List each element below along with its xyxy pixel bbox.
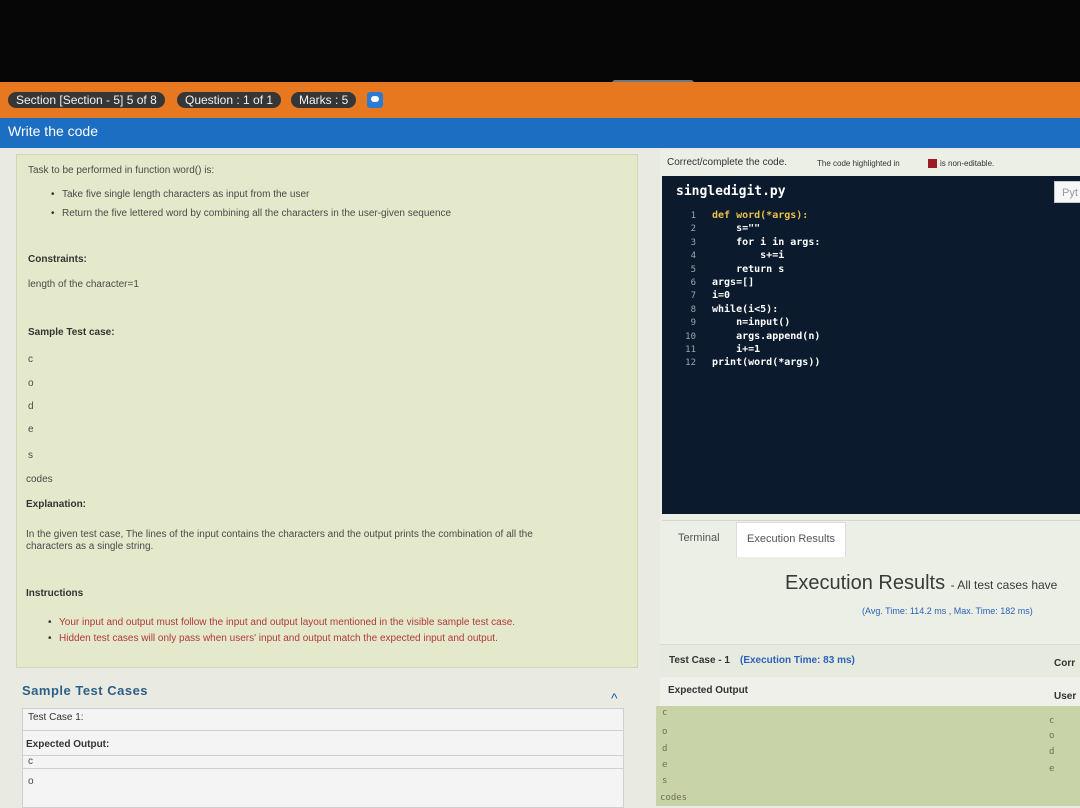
line-number: 12 (685, 358, 696, 368)
user-line: o (1049, 731, 1055, 741)
code-line: print(word(*args)) (712, 357, 821, 368)
test-case-label: Test Case 1: (28, 712, 84, 723)
expected-line: e (662, 760, 668, 770)
line-number: 11 (685, 345, 696, 355)
code-line: args.append(n) (712, 331, 821, 342)
constraints-text: length of the character=1 (28, 279, 139, 290)
line-number: 1 (690, 211, 696, 221)
expected-line: s (662, 776, 668, 786)
code-line: while(i<5): (712, 304, 779, 315)
divider (23, 730, 623, 731)
title-bar: Write the code (0, 118, 1080, 148)
non-editable-swatch (928, 159, 937, 168)
line-number: 6 (690, 278, 696, 288)
sample-test-case-box (22, 708, 624, 808)
sample-line: s (28, 450, 33, 461)
code-line: s+=i (712, 250, 785, 261)
code-line: return s (712, 264, 785, 275)
screen-top-bezel (0, 0, 1080, 86)
output-area (656, 706, 1080, 806)
explanation-text: characters as a single string. (26, 541, 154, 552)
constraints-heading: Constraints: (28, 254, 87, 265)
expected-line: o (662, 727, 668, 737)
user-output-heading: User (1054, 691, 1077, 702)
test-case-label: Test Case - 1 (669, 655, 730, 666)
sample-case-line: c (28, 756, 33, 767)
file-name: singledigit.py (676, 184, 786, 199)
divider (23, 768, 623, 769)
sample-line: c (28, 354, 33, 365)
line-number: 9 (690, 318, 696, 328)
marks-badge: Marks : 5 (291, 92, 357, 108)
tab-execution-results[interactable]: Execution Results (736, 522, 847, 557)
task-text: Task to be performed in function word() … (28, 165, 215, 176)
execution-time: (Execution Time: 83 ms) (740, 655, 855, 666)
correct-badge: Corr (1054, 658, 1076, 669)
line-number: 10 (685, 332, 696, 342)
code-line: i=0 (712, 290, 731, 301)
code-line: def word(*args): (712, 210, 809, 221)
user-line: c (1049, 716, 1055, 726)
user-line: d (1049, 747, 1055, 757)
code-line: n=input() (712, 317, 791, 328)
instruction-item: Hidden test cases will only pass when us… (48, 633, 498, 644)
sample-case-line: o (28, 776, 34, 787)
tab-divider (662, 520, 1080, 521)
explanation-heading: Explanation: (26, 499, 87, 510)
expected-line: codes (660, 793, 688, 803)
execution-results-heading: Execution Results (785, 572, 946, 594)
sample-output: codes (26, 474, 53, 485)
code-line: s="" (712, 223, 761, 234)
line-number: 5 (690, 265, 696, 275)
task-bullet: Return the five lettered word by combini… (51, 208, 451, 219)
sample-heading: Sample Test case: (28, 327, 115, 338)
expected-line: d (662, 744, 668, 754)
sample-test-cases-heading: Sample Test Cases (22, 683, 149, 698)
editor-note: The code highlighted in (817, 159, 900, 168)
expected-output-heading: Expected Output (668, 685, 749, 696)
tab-terminal[interactable]: Terminal (668, 522, 730, 556)
code-line: for i in args: (712, 237, 821, 248)
expected-output-label: Expected Output: (26, 739, 110, 750)
instructions-heading: Instructions (26, 588, 84, 599)
chat-icon[interactable] (367, 92, 383, 108)
execution-results-title: Execution Results - All test cases have (785, 572, 1057, 595)
execution-times: (Avg. Time: 114.2 ms , Max. Time: 182 ms… (862, 606, 1033, 616)
sample-line: e (28, 424, 34, 435)
line-number: 3 (690, 238, 696, 248)
execution-results-summary: - All test cases have (950, 578, 1058, 592)
collapse-chevron-icon[interactable]: ^ (611, 690, 618, 706)
expected-line: c (662, 708, 668, 718)
code-line: i+=1 (712, 344, 761, 355)
sample-line: o (28, 378, 34, 389)
line-number: 7 (690, 291, 696, 301)
task-bullet: Take five single length characters as in… (51, 189, 309, 200)
code-line: args=[] (712, 277, 755, 288)
question-badge[interactable]: Question : 1 of 1 (177, 92, 282, 108)
instruction-item: Your input and output must follow the in… (48, 617, 515, 628)
section-badge[interactable]: Section [Section - 5] 5 of 8 (8, 92, 165, 108)
explanation-text: In the given test case, The lines of the… (26, 529, 533, 540)
user-line: e (1049, 764, 1055, 774)
editor-note-end: is non-editable. (940, 159, 995, 168)
language-select[interactable]: Pyt (1054, 181, 1080, 203)
editor-instruction: Correct/complete the code. (667, 157, 788, 168)
sample-line: d (28, 401, 34, 412)
page-title: Write the code (8, 123, 99, 139)
line-number: 2 (690, 224, 696, 234)
problem-panel (16, 154, 638, 668)
divider (23, 755, 623, 756)
line-number: 8 (690, 305, 696, 315)
line-number: 4 (690, 251, 696, 261)
